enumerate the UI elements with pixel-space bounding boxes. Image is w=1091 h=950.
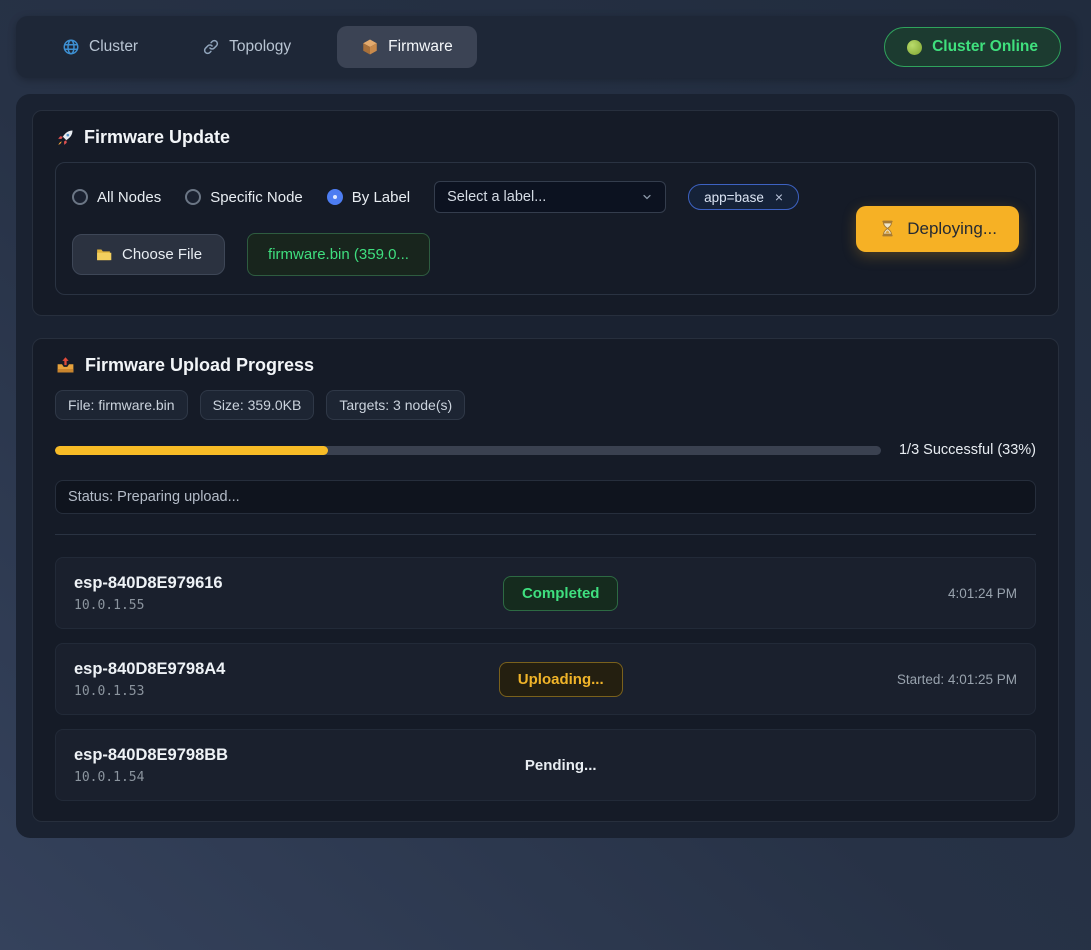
radio-specific-node[interactable]: Specific Node bbox=[185, 189, 303, 206]
rocket-icon bbox=[55, 128, 75, 148]
radio-all-nodes[interactable]: All Nodes bbox=[72, 189, 161, 206]
node-time: 4:01:24 PM bbox=[713, 586, 1017, 601]
hourglass-icon bbox=[878, 219, 897, 238]
selected-file-chip[interactable]: firmware.bin (359.0... bbox=[247, 233, 430, 276]
meta-targets: Targets: 3 node(s) bbox=[326, 390, 465, 420]
cluster-status-label: Cluster Online bbox=[932, 38, 1038, 56]
node-name: esp-840D8E979616 bbox=[74, 574, 409, 593]
upload-tray-icon bbox=[55, 355, 76, 376]
node-ip: 10.0.1.53 bbox=[74, 684, 409, 699]
globe-icon bbox=[62, 38, 80, 56]
node-status-badge: Uploading... bbox=[499, 662, 623, 697]
chevron-down-icon bbox=[641, 191, 653, 203]
node-list: esp-840D8E979616 10.0.1.55 Completed 4:0… bbox=[55, 534, 1036, 801]
nav-item-topology[interactable]: Topology bbox=[184, 26, 309, 68]
progress-label: 1/3 Successful (33%) bbox=[899, 442, 1036, 458]
green-dot-icon bbox=[907, 40, 922, 55]
radio-circle[interactable] bbox=[185, 189, 201, 205]
panel-title-upload-progress: Firmware Upload Progress bbox=[55, 355, 1036, 376]
nav-item-firmware[interactable]: Firmware bbox=[337, 26, 477, 68]
package-icon bbox=[361, 38, 379, 56]
radio-circle[interactable] bbox=[72, 189, 88, 205]
node-ip: 10.0.1.55 bbox=[74, 598, 409, 613]
main-content: Firmware Update All Nodes Specific Node … bbox=[16, 94, 1075, 838]
deploy-button[interactable]: Deploying... bbox=[856, 206, 1019, 252]
upload-progress-panel: Firmware Upload Progress File: firmware.… bbox=[32, 338, 1059, 822]
nav-label: Firmware bbox=[388, 38, 453, 56]
nav-label: Topology bbox=[229, 38, 291, 56]
label-select-value: Select a label... bbox=[447, 189, 546, 205]
node-ip: 10.0.1.54 bbox=[74, 770, 409, 785]
meta-size: Size: 359.0KB bbox=[200, 390, 315, 420]
progress-bar bbox=[55, 446, 881, 455]
nav-label: Cluster bbox=[89, 38, 138, 56]
nav-item-cluster[interactable]: Cluster bbox=[44, 26, 156, 68]
progress-fill bbox=[55, 446, 328, 455]
tag-remove-icon[interactable]: × bbox=[775, 189, 783, 205]
node-time: Started: 4:01:25 PM bbox=[713, 672, 1017, 687]
radio-by-label[interactable]: By Label bbox=[327, 189, 410, 206]
progress-row: 1/3 Successful (33%) bbox=[55, 442, 1036, 458]
meta-file: File: firmware.bin bbox=[55, 390, 188, 420]
node-name: esp-840D8E9798A4 bbox=[74, 660, 409, 679]
choose-file-button[interactable]: Choose File bbox=[72, 234, 225, 275]
cluster-status-badge: Cluster Online bbox=[884, 27, 1061, 67]
link-icon bbox=[202, 38, 220, 56]
top-nav: Cluster Topology Firmware Cluster Online bbox=[16, 16, 1075, 78]
label-tag: app=base × bbox=[688, 184, 799, 210]
node-row: esp-840D8E9798BB 10.0.1.54 Pending... bbox=[55, 729, 1036, 801]
node-status-badge: Completed bbox=[503, 576, 619, 611]
node-status-badge: Pending... bbox=[507, 749, 615, 782]
node-row: esp-840D8E9798A4 10.0.1.53 Uploading... … bbox=[55, 643, 1036, 715]
upload-meta-row: File: firmware.bin Size: 359.0KB Targets… bbox=[55, 390, 1036, 420]
upload-status-box: Status: Preparing upload... bbox=[55, 480, 1036, 514]
firmware-update-panel: Firmware Update All Nodes Specific Node … bbox=[32, 110, 1059, 316]
node-row: esp-840D8E979616 10.0.1.55 Completed 4:0… bbox=[55, 557, 1036, 629]
label-tag-text: app=base bbox=[704, 190, 764, 205]
radio-circle[interactable] bbox=[327, 189, 343, 205]
panel-title-firmware-update: Firmware Update bbox=[55, 127, 1036, 148]
folder-icon bbox=[95, 246, 112, 263]
update-form: All Nodes Specific Node By Label Select … bbox=[55, 162, 1036, 295]
label-select[interactable]: Select a label... bbox=[434, 181, 666, 213]
node-name: esp-840D8E9798BB bbox=[74, 746, 409, 765]
